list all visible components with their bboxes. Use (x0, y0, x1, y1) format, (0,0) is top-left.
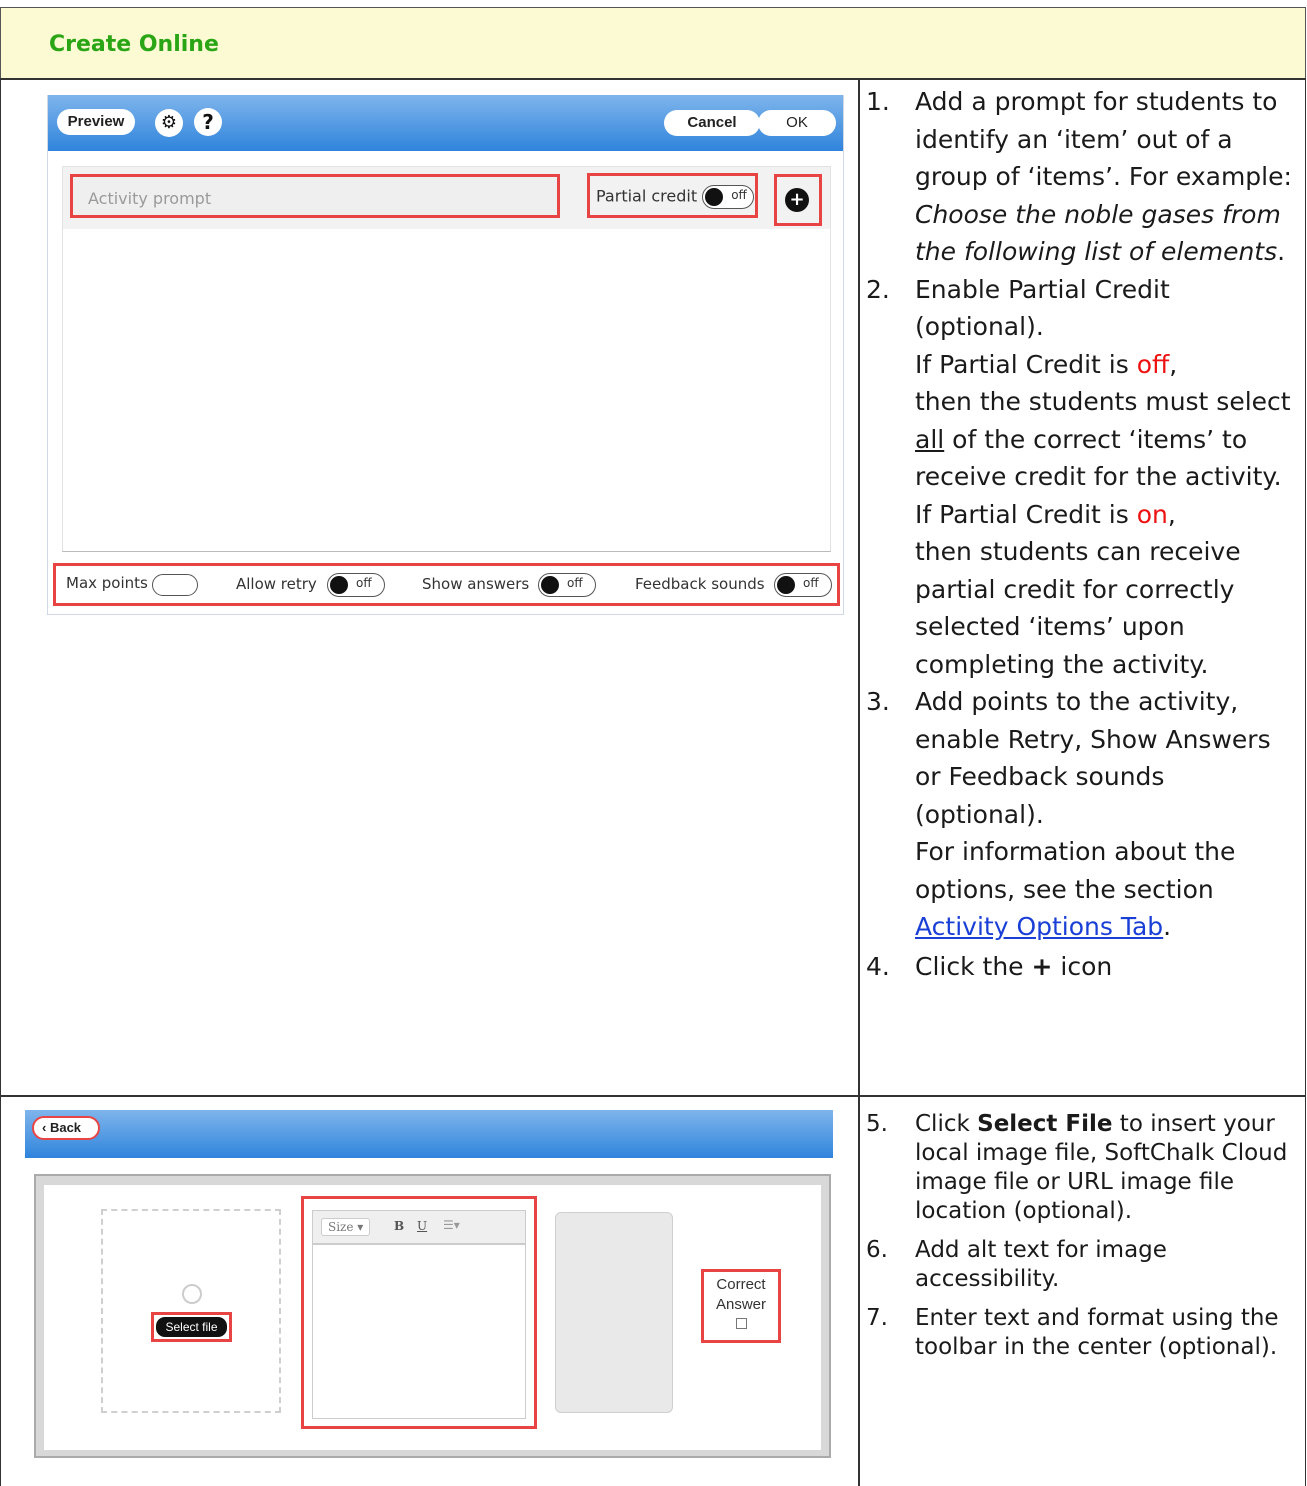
select-file-button[interactable]: Select file (156, 1317, 227, 1337)
item-frame-inner: Select file Size ▾ B U ☰▾ Correct Answer (44, 1185, 821, 1450)
partial-credit-group: Partial credit off (587, 173, 758, 218)
step-4: 4. Click the + icon (866, 948, 1301, 986)
preview-button[interactable]: Preview (57, 109, 135, 135)
list-icon[interactable]: ☰▾ (443, 1218, 460, 1232)
activity-prompt-placeholder: Activity prompt (88, 189, 212, 208)
image-placeholder-icon (182, 1284, 202, 1304)
step-text: Enable Partial Credit (optional). (915, 274, 1170, 342)
select-file-emphasis: Select File (977, 1111, 1113, 1137)
step-text: Enter text and format using the toolbar … (915, 1305, 1279, 1360)
text-editor-box: Size ▾ B U ☰▾ (301, 1196, 537, 1429)
options-info: For information about the options, see t… (915, 837, 1236, 941)
ok-button[interactable]: OK (758, 110, 836, 136)
table-border-middle (858, 78, 860, 1486)
step-6: 6. Add alt text for image accessibility. (866, 1236, 1301, 1294)
table-row-divider (0, 1095, 1306, 1097)
step-number: 2. (866, 274, 890, 304)
add-item-group: + (774, 174, 822, 226)
partial-off-paragraph: If Partial Credit is off, then the studen… (915, 349, 1291, 492)
size-dropdown[interactable]: Size ▾ (321, 1218, 371, 1236)
plus-icon: + (1031, 951, 1053, 981)
feedback-sounds-label: Feedback sounds (635, 575, 765, 593)
back-button[interactable]: ‹ Back (32, 1116, 100, 1140)
step-1: 1. Add a prompt for students to identify… (866, 83, 1301, 271)
correct-answer-label-2: Answer (715, 1296, 767, 1313)
step-5: 5. Click Select File to insert your loca… (866, 1111, 1288, 1224)
feedback-sounds-toggle[interactable]: off (774, 573, 832, 597)
activity-items-area (63, 229, 830, 551)
image-dropzone[interactable]: Select file (101, 1209, 281, 1413)
activity-options-bar: Max points Allow retry off Show answers … (53, 563, 840, 606)
activity-panel: Activity prompt Partial credit off + (62, 166, 831, 552)
allow-retry-toggle[interactable]: off (327, 573, 385, 597)
step-text: Add a prompt for students to identify an… (915, 87, 1292, 191)
max-points-input[interactable] (152, 574, 198, 596)
help-icon[interactable]: ? (194, 108, 222, 136)
item-editor-screenshot: ‹ Back Select file Size ▾ B U ☰▾ Correct… (25, 1110, 833, 1458)
step-text-end: . (1277, 237, 1286, 266)
settings-gear-icon[interactable]: ⚙ (155, 109, 183, 137)
step-number: 1. (866, 87, 890, 116)
show-answers-toggle[interactable]: off (538, 573, 596, 597)
correct-answer-label-1: Correct (716, 1276, 766, 1293)
step-number: 4. (866, 951, 890, 981)
table-header: Create Online (0, 7, 1306, 79)
table-header-divider (0, 78, 1306, 80)
text-editor-area[interactable] (312, 1244, 526, 1419)
correct-answer-box: Correct Answer (701, 1269, 781, 1343)
correct-answer-checkbox[interactable] (735, 1318, 747, 1329)
back-label: Back (49, 1120, 82, 1135)
item-preview-card (555, 1212, 673, 1413)
step-text: Add alt text for image accessibility. (915, 1237, 1167, 1292)
page-title: Create Online (49, 32, 219, 57)
allow-retry-label: Allow retry (236, 575, 317, 593)
partial-on-paragraph: If Partial Credit is on, then students ca… (915, 499, 1241, 679)
activity-editor-screenshot: Preview ⚙ ? Cancel OK Activity prompt Pa… (47, 95, 844, 615)
step-number: 6. (866, 1237, 888, 1263)
text-editor-toolbar: Size ▾ B U ☰▾ (312, 1210, 526, 1244)
step-2: 2. Enable Partial Credit (optional). If … (866, 271, 1301, 684)
select-file-button-box: Select file (151, 1312, 232, 1342)
partial-credit-toggle[interactable]: off (702, 185, 755, 209)
instructions-part1: 1. Add a prompt for students to identify… (866, 83, 1301, 985)
step-3: 3. Add points to the activity, enable Re… (866, 683, 1301, 946)
editor-toolbar: Preview ⚙ ? Cancel OK (48, 95, 843, 151)
add-item-plus-icon[interactable]: + (785, 188, 809, 212)
step-number: 3. (866, 687, 890, 716)
max-points-label: Max points (66, 574, 148, 592)
activity-prompt-input[interactable]: Activity prompt (70, 174, 560, 218)
step-text: Add points to the activity, enable Retry… (915, 687, 1271, 829)
table-border-right (1305, 78, 1306, 1486)
underline-button[interactable]: U (417, 1219, 427, 1233)
table-border-left (0, 78, 1, 1486)
step-number: 5. (866, 1111, 888, 1137)
partial-credit-label: Partial credit (596, 186, 698, 206)
item-frame: Select file Size ▾ B U ☰▾ Correct Answer (34, 1174, 831, 1458)
cancel-button[interactable]: Cancel (664, 110, 760, 136)
item-editor-toolbar: ‹ Back (25, 1110, 833, 1158)
bold-button[interactable]: B (394, 1219, 404, 1233)
show-answers-label: Show answers (422, 575, 530, 593)
step-number: 7. (866, 1305, 888, 1331)
step-7: 7. Enter text and format using the toolb… (866, 1304, 1301, 1362)
instructions-part2: 5. Click Select File to insert your loca… (866, 1110, 1301, 1362)
step-example: Choose the noble gases from the followin… (915, 199, 1281, 267)
activity-options-tab-link[interactable]: Activity Options Tab (915, 912, 1163, 941)
